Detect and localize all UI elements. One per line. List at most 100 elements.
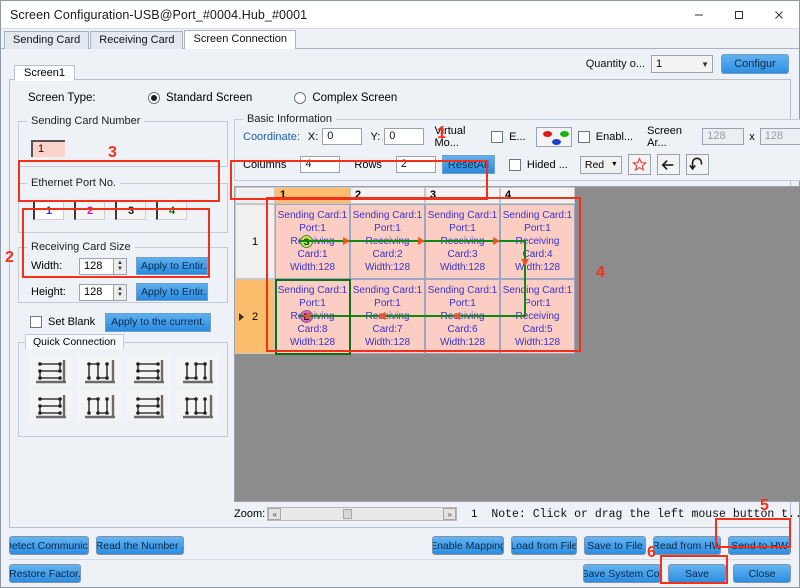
read-from-hw-button[interactable]: Read from HW <box>653 536 721 555</box>
zoom-increase-button[interactable]: » <box>443 508 456 520</box>
quick-pattern-s-shape-left[interactable] <box>127 355 170 386</box>
reset-all-button[interactable]: ResetAll <box>442 155 495 174</box>
quick-pattern-serpentine-down-up[interactable] <box>78 355 121 386</box>
cell-width: Width:128 <box>365 261 410 274</box>
grid-cell-r2c2[interactable]: Sending Card:1 Port:1 Receiving Card:7 W… <box>350 279 425 354</box>
close-icon[interactable] <box>759 1 799 29</box>
save-system-config-button[interactable]: Save System Co. <box>583 564 661 583</box>
save-to-file-button[interactable]: Save to File <box>584 536 646 555</box>
screen-area-height-input: 128 <box>760 128 800 145</box>
zoom-scrollbar[interactable]: « » <box>267 507 457 521</box>
tab-screen-connection[interactable]: Screen Connection <box>184 30 296 49</box>
undo-icon[interactable] <box>686 154 709 175</box>
cell-card: Card:3 <box>447 248 477 261</box>
virtual-mode-checkbox[interactable] <box>491 131 503 143</box>
grid-col-header-2[interactable]: 2 <box>350 187 425 204</box>
screen-configuration-window: Screen Configuration-USB@Port_#0004.Hub_… <box>0 0 800 588</box>
grid-cell-r1c3[interactable]: Sending Card:1 Port:1 Receiving Card:3 W… <box>425 204 500 279</box>
width-spin-arrows[interactable]: ▲▼ <box>113 259 126 274</box>
grid-cell-r2c1[interactable]: Sending Card:1 Port:1 Receiving Card:8 W… <box>275 279 350 354</box>
star-icon[interactable] <box>628 154 651 175</box>
rgb-dots-icon[interactable] <box>536 127 572 147</box>
left-arrow-icon[interactable] <box>657 154 680 175</box>
zoom-thumb[interactable] <box>343 509 352 519</box>
quick-pattern-n-shape-down[interactable] <box>176 355 219 386</box>
ethernet-port-title: Ethernet Port No. <box>27 177 120 189</box>
x-input[interactable]: 0 <box>322 128 362 145</box>
load-from-file-button[interactable]: Load from File <box>511 536 577 555</box>
screen-area-x-label: x <box>749 131 755 143</box>
radio-standard-screen[interactable]: Standard Screen <box>148 92 252 104</box>
width-stepper[interactable]: 128 ▲▼ <box>79 258 127 275</box>
receiving-card-size-title: Receiving Card Size <box>27 241 135 253</box>
apply-height-to-entire-button[interactable]: Apply to Entir.. <box>136 283 208 301</box>
columns-input[interactable]: 4 <box>300 156 340 173</box>
cell-sending-card: Sending Card:1 <box>353 209 423 222</box>
cell-receiving: Receiving <box>441 310 485 323</box>
cell-port: Port:1 <box>374 297 401 310</box>
cell-sending-card: Sending Card:1 <box>503 284 573 297</box>
grid-row-header-1[interactable]: 1 <box>235 204 275 279</box>
read-the-number-button[interactable]: Read the Number . <box>96 536 184 555</box>
footer-row-secondary: Restore Factor. Save System Co. Save Clo… <box>9 559 791 587</box>
enable-mapping-button[interactable]: Enable Mapping <box>432 536 504 555</box>
sending-card-number-value[interactable]: 1 <box>31 140 65 157</box>
y-label: Y: <box>370 131 380 143</box>
ethernet-port-button-1[interactable]: 1 <box>33 200 64 220</box>
quick-connection-group: Quick Connection <box>18 342 228 437</box>
cell-width: Width:128 <box>515 336 560 349</box>
grid-cell-r1c2[interactable]: Sending Card:1 Port:1 Receiving Card:2 W… <box>350 204 425 279</box>
grid-col-header-4[interactable]: 4 <box>500 187 575 204</box>
grid-row-header-2[interactable]: 2 <box>235 279 275 354</box>
ethernet-port-button-3[interactable]: 3 <box>115 200 146 220</box>
cell-port: Port:1 <box>449 222 476 235</box>
cell-width: Width:128 <box>515 261 560 274</box>
tab-sending-card[interactable]: Sending Card <box>4 31 89 49</box>
cell-receiving: Receiving <box>516 310 560 323</box>
quick-pattern-n-shape-up[interactable] <box>78 390 121 421</box>
cell-sending-card: Sending Card:1 <box>278 284 348 297</box>
screen-connection-canvas[interactable]: 1 2 3 4 1 Sending Card:1 Port:1 <box>234 186 800 502</box>
detect-communication-button[interactable]: Detect Communic.. <box>9 536 89 555</box>
grid-cell-r2c3[interactable]: Sending Card:1 Port:1 Receiving Card:6 W… <box>425 279 500 354</box>
grid-cell-r1c1[interactable]: Sending Card:1 Port:1 Receiving Card:1 W… <box>275 204 350 279</box>
configure-button[interactable]: Configur <box>721 54 789 74</box>
quantity-select[interactable]: 1 ▼ <box>651 55 713 73</box>
color-select[interactable]: Red ▼ <box>580 156 622 174</box>
coordinate-row: Coordinate: X: 0 Y: 0 Virtual Mo... E... <box>243 126 800 147</box>
apply-to-current-button[interactable]: Apply to the current. <box>105 313 211 332</box>
maximize-icon[interactable] <box>719 1 759 29</box>
set-blank-checkbox[interactable] <box>30 316 42 328</box>
quick-pattern-zigzag-left-down[interactable] <box>127 390 170 421</box>
send-to-hw-button[interactable]: Send to HW <box>728 536 791 555</box>
grid-col-header-1[interactable]: 1 <box>275 187 350 204</box>
hided-checkbox[interactable] <box>509 159 521 171</box>
height-spin-arrows[interactable]: ▲▼ <box>113 285 126 300</box>
grid-cell-r2c4[interactable]: Sending Card:1 Port:1 Receiving Card:5 W… <box>500 279 575 354</box>
enable-checkbox[interactable] <box>578 131 590 143</box>
quick-pattern-serpentine-up-down[interactable] <box>176 390 219 421</box>
tab-screen1[interactable]: Screen1 <box>14 65 75 81</box>
close-button[interactable]: Close <box>733 564 791 583</box>
height-stepper[interactable]: 128 ▲▼ <box>79 284 127 301</box>
enable-label: Enabl... <box>596 131 633 143</box>
quick-pattern-zigzag-right-up[interactable] <box>29 355 72 386</box>
width-value: 128 <box>84 260 102 272</box>
restore-factory-button[interactable]: Restore Factor. <box>9 564 81 583</box>
radio-standard-dot <box>148 92 160 104</box>
cell-width: Width:128 <box>290 261 335 274</box>
minimize-icon[interactable] <box>679 1 719 29</box>
cell-sending-card: Sending Card:1 <box>353 284 423 297</box>
radio-complex-screen[interactable]: Complex Screen <box>294 92 397 104</box>
grid-cell-r1c4[interactable]: Sending Card:1 Port:1 Receiving Card:4 W… <box>500 204 575 279</box>
grid-col-header-3[interactable]: 3 <box>425 187 500 204</box>
quick-pattern-s-shape-right[interactable] <box>29 390 72 421</box>
y-input[interactable]: 0 <box>384 128 424 145</box>
rows-input[interactable]: 2 <box>396 156 436 173</box>
apply-width-to-entire-button[interactable]: Apply to Entir.. <box>136 257 208 275</box>
ethernet-port-button-4[interactable]: 4 <box>156 200 187 220</box>
ethernet-port-button-2[interactable]: 2 <box>74 200 105 220</box>
tab-receiving-card[interactable]: Receiving Card <box>90 31 183 49</box>
save-button[interactable]: Save <box>668 564 726 583</box>
zoom-decrease-button[interactable]: « <box>268 508 281 520</box>
